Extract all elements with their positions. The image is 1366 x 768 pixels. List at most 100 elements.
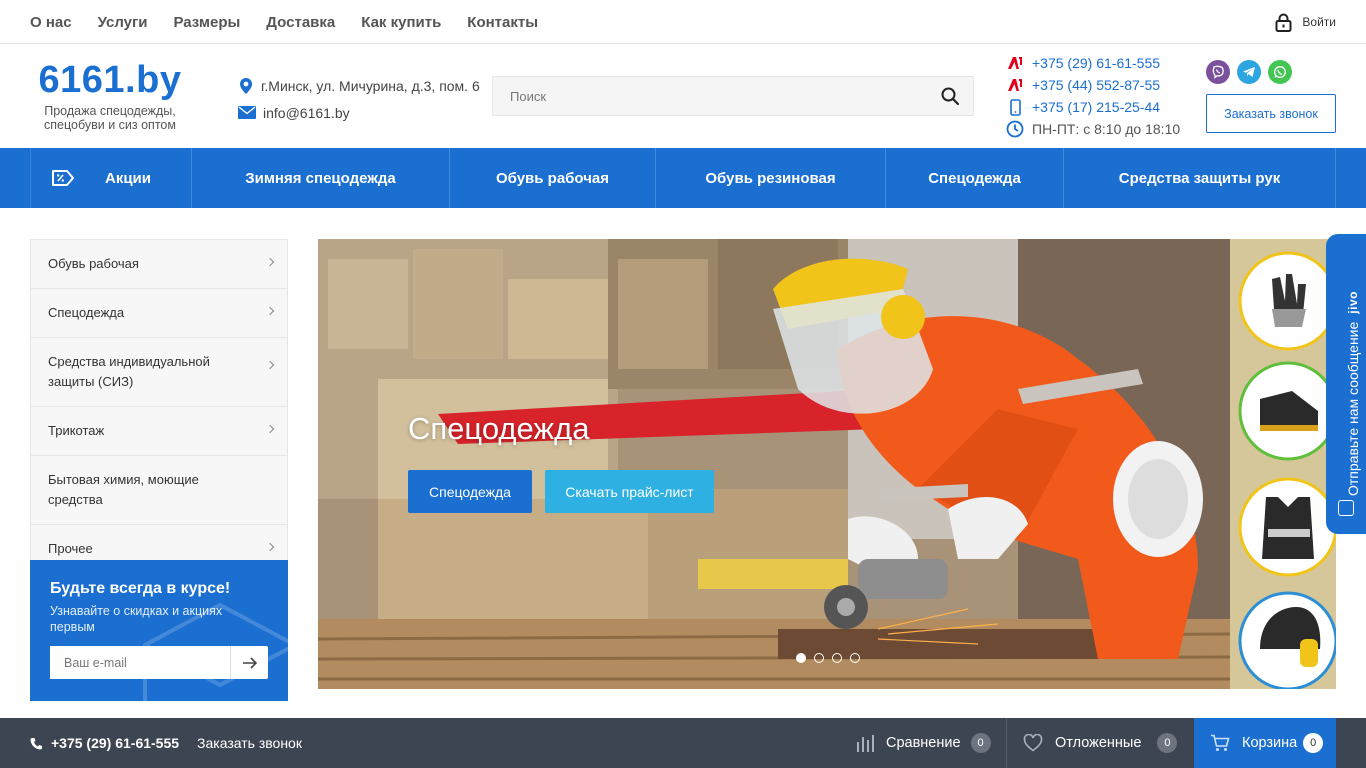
sidebar-item-label: Спецодежда <box>48 305 125 320</box>
phone-row-a1: +375 (29) 61-61-555 <box>1006 52 1180 74</box>
sidebar-item-label: Прочее <box>48 541 93 556</box>
phone-link-1[interactable]: +375 (29) 61-61-555 <box>1032 55 1160 71</box>
category-label: Зимняя спецодежда <box>245 169 396 187</box>
sidebar-item-label: Бытовая химия, моющие средства <box>48 472 199 507</box>
slider-dots <box>796 653 868 663</box>
address-text: г.Минск, ул. Мичурина, д.3, пом. 6 <box>261 77 480 94</box>
logo[interactable]: 6161.by Продажа спецодежды, спецобуви и … <box>30 58 190 132</box>
sidebar-item-workwear[interactable]: Спецодежда <box>31 289 287 338</box>
logo-text: 6161.by <box>38 59 182 101</box>
subscribe-block: Будьте всегда в курсе! Узнавайте о скидк… <box>30 560 288 701</box>
phone-link-2[interactable]: +375 (44) 552-87-55 <box>1032 77 1160 93</box>
category-work-shoes[interactable]: Обувь рабочая <box>450 148 656 208</box>
order-call-button[interactable]: Заказать звонок <box>1206 94 1336 133</box>
category-label: Обувь резиновая <box>705 169 836 187</box>
top-bar: О нас Услуги Размеры Доставка Как купить… <box>0 0 1366 44</box>
discount-tag-icon <box>52 170 74 186</box>
email-input[interactable] <box>50 646 230 679</box>
jivo-chat-tab[interactable]: Отправьте нам сообщение jivo <box>1326 234 1366 534</box>
subscribe-text: Узнавайте о скидках и акциях первым <box>50 604 223 634</box>
category-label: Спецодежда <box>928 169 1021 187</box>
chevron-right-icon <box>265 360 275 370</box>
cart-button[interactable]: Корзина 0 <box>1194 718 1336 768</box>
top-nav-how-to-buy[interactable]: Как купить <box>361 14 441 31</box>
category-rubber-shoes[interactable]: Обувь резиновая <box>656 148 886 208</box>
product-icons-graphic <box>1238 251 1336 689</box>
sidebar-item-label: Средства индивидуальной защиты (СИЗ) <box>48 354 210 389</box>
contact-block: г.Минск, ул. Мичурина, д.3, пом. 6 info@… <box>238 72 480 126</box>
top-nav: О нас Услуги Размеры Доставка Как купить… <box>30 0 564 44</box>
messengers <box>1206 60 1299 84</box>
category-winter-workwear[interactable]: Зимняя спецодежда <box>192 148 450 208</box>
category-label: Обувь рабочая <box>495 169 610 187</box>
category-label: Средства защиты рук <box>1118 169 1281 187</box>
category-hand-protection[interactable]: Средства защиты рук <box>1064 148 1336 208</box>
viber-icon[interactable] <box>1206 60 1230 84</box>
bar-chart-icon <box>857 735 874 752</box>
favorites-label: Отложенные <box>1055 735 1142 751</box>
top-nav-about[interactable]: О нас <box>30 14 72 31</box>
slider-dot-2[interactable] <box>814 653 824 663</box>
login-label: Войти <box>1302 15 1336 29</box>
chevron-right-icon <box>265 257 275 267</box>
location-pin-icon <box>240 77 252 94</box>
category-workwear[interactable]: Спецодежда <box>886 148 1064 208</box>
phone-link-3[interactable]: +375 (17) 215-25-44 <box>1032 99 1160 115</box>
email-link[interactable]: info@6161.by <box>263 105 350 121</box>
slider-dot-3[interactable] <box>832 653 842 663</box>
category-label: Акции <box>105 169 152 187</box>
chat-icon <box>1338 500 1354 516</box>
bottom-bar: +375 (29) 61-61-555 Заказать звонок Срав… <box>0 718 1366 768</box>
top-nav-services[interactable]: Услуги <box>98 14 148 31</box>
a1-operator-icon <box>1006 56 1024 70</box>
hero-download-pricelist-button[interactable]: Скачать прайс-лист <box>545 470 714 513</box>
search-icon <box>941 87 960 106</box>
bottom-callback-link[interactable]: Заказать звонок <box>197 735 302 751</box>
phone-icon <box>30 737 42 749</box>
category-menu: Акции Зимняя спецодежда Обувь рабочая Об… <box>0 148 1366 208</box>
sidebar-menu: Обувь рабочая Спецодежда Средства индиви… <box>30 239 288 574</box>
product-icons-strip <box>1230 239 1336 689</box>
hero-title: Спецодежда <box>408 411 590 446</box>
hero-workwear-button[interactable]: Спецодежда <box>408 470 532 513</box>
top-nav-contacts[interactable]: Контакты <box>467 14 538 31</box>
sidebar-item-work-shoes[interactable]: Обувь рабочая <box>31 240 287 289</box>
sidebar-item-household-chemicals[interactable]: Бытовая химия, моющие средства <box>31 456 287 525</box>
cart-count-badge: 0 <box>1303 733 1324 753</box>
slider-dot-1[interactable] <box>796 653 806 663</box>
hero-banner[interactable]: Спецодежда Спецодежда Скачать прайс-лист <box>318 239 1336 689</box>
bottom-phone-link[interactable]: +375 (29) 61-61-555 <box>51 735 179 751</box>
sidebar-item-knitwear[interactable]: Трикотаж <box>31 407 287 456</box>
cart-icon <box>1211 734 1230 751</box>
telegram-icon[interactable] <box>1237 60 1261 84</box>
mobile-phone-icon <box>1006 98 1024 116</box>
mail-icon <box>238 106 256 119</box>
sidebar-item-label: Обувь рабочая <box>48 256 139 271</box>
cart-label: Корзина <box>1242 735 1298 751</box>
compare-button[interactable]: Сравнение 0 <box>856 718 991 768</box>
subscribe-submit-button[interactable] <box>230 646 268 679</box>
top-nav-sizes[interactable]: Размеры <box>173 14 240 31</box>
search-input[interactable] <box>493 77 913 115</box>
slider-dot-4[interactable] <box>850 653 860 663</box>
search-button[interactable] <box>941 87 960 110</box>
jivo-chat-label: Отправьте нам сообщение jivo <box>1333 196 1366 496</box>
a1-operator-icon <box>1006 78 1024 92</box>
whatsapp-icon[interactable] <box>1268 60 1292 84</box>
logo-tagline: Продажа спецодежды, спецобуви и сиз опто… <box>44 104 176 132</box>
hours-row: ПН-ПТ: с 8:10 до 18:10 <box>1006 118 1180 140</box>
search-box <box>492 76 974 116</box>
category-promotions[interactable]: Акции <box>31 148 192 208</box>
login-link[interactable]: Войти <box>1275 0 1336 44</box>
address-row: г.Минск, ул. Мичурина, д.3, пом. 6 <box>238 72 480 99</box>
favorites-count-badge: 0 <box>1157 733 1178 753</box>
favorites-button[interactable]: Отложенные 0 <box>1006 718 1194 768</box>
working-hours: ПН-ПТ: с 8:10 до 18:10 <box>1032 121 1181 137</box>
top-nav-delivery[interactable]: Доставка <box>266 14 335 31</box>
compare-label: Сравнение <box>886 735 961 751</box>
sidebar-item-ppe[interactable]: Средства индивидуальной защиты (СИЗ) <box>31 338 287 407</box>
subscribe-form <box>50 646 268 679</box>
heart-icon <box>1023 734 1043 752</box>
chevron-right-icon <box>265 424 275 434</box>
compare-count-badge: 0 <box>970 733 991 753</box>
